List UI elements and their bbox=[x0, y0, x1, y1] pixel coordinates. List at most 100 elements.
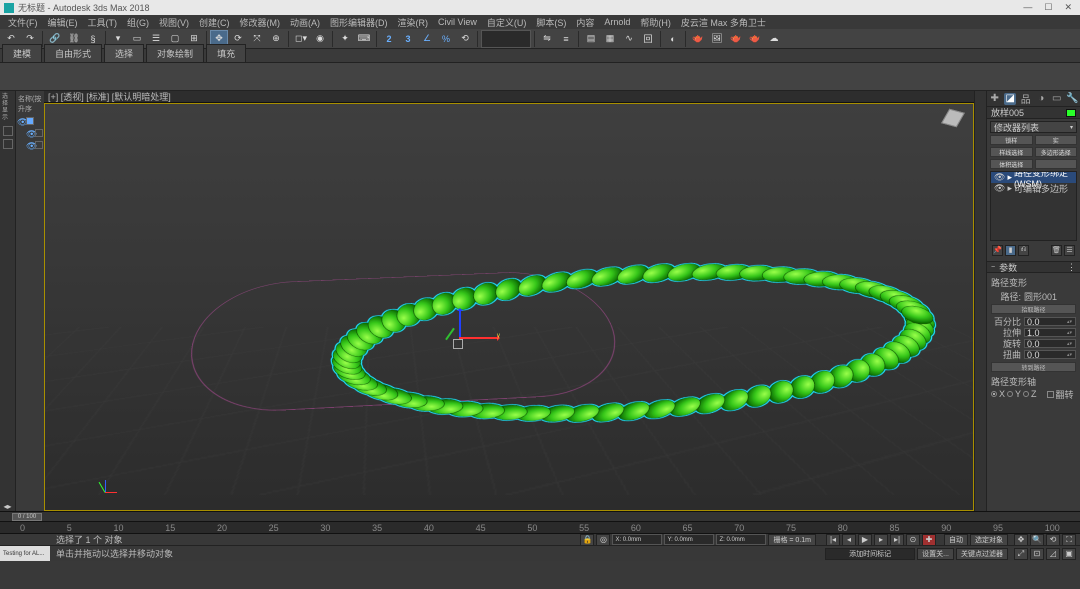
keyboard-shortcut-toggle[interactable]: ⌨ bbox=[355, 30, 373, 48]
selected-filter-button[interactable]: 选定对象 bbox=[970, 534, 1008, 546]
render-setup-button[interactable]: 🫖 bbox=[689, 30, 707, 48]
make-unique-icon[interactable]: ⎌ bbox=[1018, 245, 1029, 256]
viewport-perspective[interactable]: y bbox=[44, 103, 974, 511]
stretch-spinner[interactable]: 1.0▴▾ bbox=[1024, 328, 1076, 337]
named-selection-dropdown[interactable] bbox=[481, 30, 531, 48]
modifier-shortcut-button[interactable]: 体积选择 bbox=[990, 159, 1033, 169]
viewcube[interactable] bbox=[941, 108, 965, 132]
rendered-frame-button[interactable]: 🖼 bbox=[708, 30, 726, 48]
modifier-shortcut-button[interactable]: 多边形选择 bbox=[1035, 147, 1078, 157]
menu-item[interactable]: 创建(C) bbox=[195, 16, 234, 29]
object-name-field[interactable]: 放样005 bbox=[987, 107, 1080, 119]
coord-x-field[interactable]: X: 0.0mm bbox=[612, 534, 662, 545]
visibility-icon[interactable]: 👁 bbox=[26, 141, 34, 149]
menu-item[interactable]: 帮助(H) bbox=[636, 16, 675, 29]
sort-header[interactable]: 名称(按升序 bbox=[16, 93, 44, 115]
viewport-nav-zoom-all-icon[interactable]: ⊡ bbox=[1030, 548, 1044, 560]
render-in-cloud-button[interactable]: ☁ bbox=[765, 30, 783, 48]
menu-item[interactable]: 修改器(M) bbox=[236, 16, 285, 29]
rollout-header-parameters[interactable]: 参数 ⋮ bbox=[987, 261, 1080, 273]
menu-item[interactable]: 图形编辑器(D) bbox=[326, 16, 392, 29]
menu-item[interactable]: 编辑(E) bbox=[44, 16, 82, 29]
viewport-nav-pan-icon[interactable]: ✥ bbox=[1014, 534, 1028, 546]
toggle-ribbon-button[interactable]: ▦ bbox=[601, 30, 619, 48]
motion-tab-icon[interactable]: ◑ bbox=[1035, 93, 1047, 105]
scene-explorer-collapse-icon[interactable]: ◂▸ bbox=[3, 502, 11, 511]
material-editor-button[interactable]: ◐ bbox=[664, 30, 682, 48]
menu-item[interactable]: Civil View bbox=[434, 17, 481, 27]
viewport-label-bar[interactable]: [+] [透视] [标准] [默认明暗处理] bbox=[44, 91, 974, 103]
coord-z-field[interactable]: Z: 0.0mm bbox=[716, 534, 766, 545]
playback-prev-button[interactable]: ◂ bbox=[842, 534, 856, 546]
playback-next-button[interactable]: ▸ bbox=[874, 534, 888, 546]
scale-button[interactable]: ⤧ bbox=[248, 30, 266, 48]
menu-item[interactable]: 脚本(S) bbox=[532, 16, 570, 29]
menu-item[interactable]: 视图(V) bbox=[155, 16, 193, 29]
visibility-icon[interactable]: 👁 bbox=[26, 129, 34, 137]
transform-gizmo[interactable]: y bbox=[439, 319, 499, 379]
mirror-button[interactable]: ⇋ bbox=[538, 30, 556, 48]
gizmo-z-axis[interactable] bbox=[459, 309, 461, 337]
menu-item[interactable]: 渲染(R) bbox=[394, 16, 433, 29]
display-toggle-icon[interactable] bbox=[3, 126, 13, 136]
key-filters-button[interactable]: 关键点过滤器 bbox=[956, 548, 1008, 560]
time-tag-field[interactable]: 添加时间标记 bbox=[825, 548, 915, 560]
key-mode-button[interactable]: ⊙ bbox=[906, 534, 920, 546]
menu-item[interactable]: 自定义(U) bbox=[483, 16, 531, 29]
modifier-shortcut-button[interactable]: 样线选择 bbox=[990, 147, 1033, 157]
menu-item[interactable]: 皮云渲 Max 多角卫士 bbox=[677, 16, 770, 29]
viewport-nav-zoom-icon[interactable]: 🔍 bbox=[1030, 534, 1044, 546]
axis-y-radio[interactable] bbox=[1007, 391, 1013, 397]
remove-modifier-icon[interactable]: 🗑 bbox=[1051, 245, 1062, 256]
isolate-selection-icon[interactable]: ◎ bbox=[596, 534, 610, 546]
ribbon-tab[interactable]: 建模 bbox=[2, 44, 42, 62]
schematic-view-button[interactable]: 回 bbox=[639, 30, 657, 48]
viewport-nav-orbit-icon[interactable]: ⟲ bbox=[1046, 534, 1060, 546]
placement-button[interactable]: ⊕ bbox=[267, 30, 285, 48]
snap-3d-button[interactable]: 3 bbox=[399, 30, 417, 48]
create-tab-icon[interactable]: ✚ bbox=[989, 93, 1001, 105]
menu-item[interactable]: 组(G) bbox=[123, 16, 153, 29]
track-bar[interactable]: 0510152025303540455055606570758085909510… bbox=[0, 521, 1080, 533]
render-production-button[interactable]: 🫖 bbox=[727, 30, 745, 48]
modifier-stack-item[interactable]: 👁▸可编辑多边形 bbox=[991, 183, 1076, 194]
gizmo-xy-plane[interactable] bbox=[453, 339, 463, 349]
layer-explorer-button[interactable]: ▤ bbox=[582, 30, 600, 48]
modify-tab-icon[interactable]: ◪ bbox=[1004, 93, 1016, 105]
window-minimize-button[interactable]: — bbox=[1023, 2, 1032, 13]
manipulate-button[interactable]: ✦ bbox=[336, 30, 354, 48]
modifier-list-dropdown[interactable]: 修改器列表 bbox=[990, 121, 1077, 133]
time-slider[interactable]: 0 / 100 bbox=[0, 511, 1080, 521]
window-maximize-button[interactable]: ☐ bbox=[1044, 2, 1052, 13]
ribbon-tab[interactable]: 自由形式 bbox=[44, 44, 102, 62]
maxscript-listener[interactable]: Testing for AL... bbox=[0, 546, 50, 561]
playback-first-button[interactable]: |◂ bbox=[826, 534, 840, 546]
axis-z-radio[interactable] bbox=[1023, 391, 1029, 397]
freeze-toggle-icon[interactable] bbox=[3, 139, 13, 149]
object-color-swatch[interactable] bbox=[1066, 109, 1076, 117]
snap-2d-button[interactable]: 2 bbox=[380, 30, 398, 48]
object-node-icon[interactable] bbox=[26, 117, 34, 125]
ribbon-tab[interactable]: 对象绘制 bbox=[146, 44, 204, 62]
object-node-icon[interactable] bbox=[35, 129, 43, 137]
axis-x-radio[interactable] bbox=[991, 391, 997, 397]
hierarchy-tab-icon[interactable]: 品 bbox=[1020, 93, 1032, 105]
display-tab-icon[interactable]: ▭ bbox=[1051, 93, 1063, 105]
playback-last-button[interactable]: ▸| bbox=[890, 534, 904, 546]
modifier-shortcut-button[interactable] bbox=[1035, 159, 1078, 169]
gizmo-x-axis[interactable] bbox=[459, 337, 499, 339]
percent-spinner[interactable]: 0.0▴▾ bbox=[1024, 317, 1076, 326]
viewport-nav-region-icon[interactable]: ▣ bbox=[1062, 548, 1076, 560]
coord-y-field[interactable]: Y: 0.0mm bbox=[664, 534, 714, 545]
align-button[interactable]: ≡ bbox=[557, 30, 575, 48]
pin-stack-icon[interactable]: 📌 bbox=[992, 245, 1003, 256]
ribbon-tab[interactable]: 选择 bbox=[104, 44, 144, 62]
auto-key-button[interactable]: 自动 bbox=[944, 534, 968, 546]
viewport-divider[interactable] bbox=[974, 91, 986, 511]
rotate-spinner[interactable]: 0.0▴▾ bbox=[1024, 339, 1076, 348]
visibility-icon[interactable]: 👁 bbox=[17, 117, 25, 125]
playback-play-button[interactable]: ▶ bbox=[858, 534, 872, 546]
viewport-label[interactable]: [+] [透视] [标准] [默认明暗处理] bbox=[48, 90, 171, 103]
angle-snap-button[interactable]: ∠ bbox=[418, 30, 436, 48]
set-key-mode-button[interactable]: 设置关... bbox=[917, 548, 954, 560]
